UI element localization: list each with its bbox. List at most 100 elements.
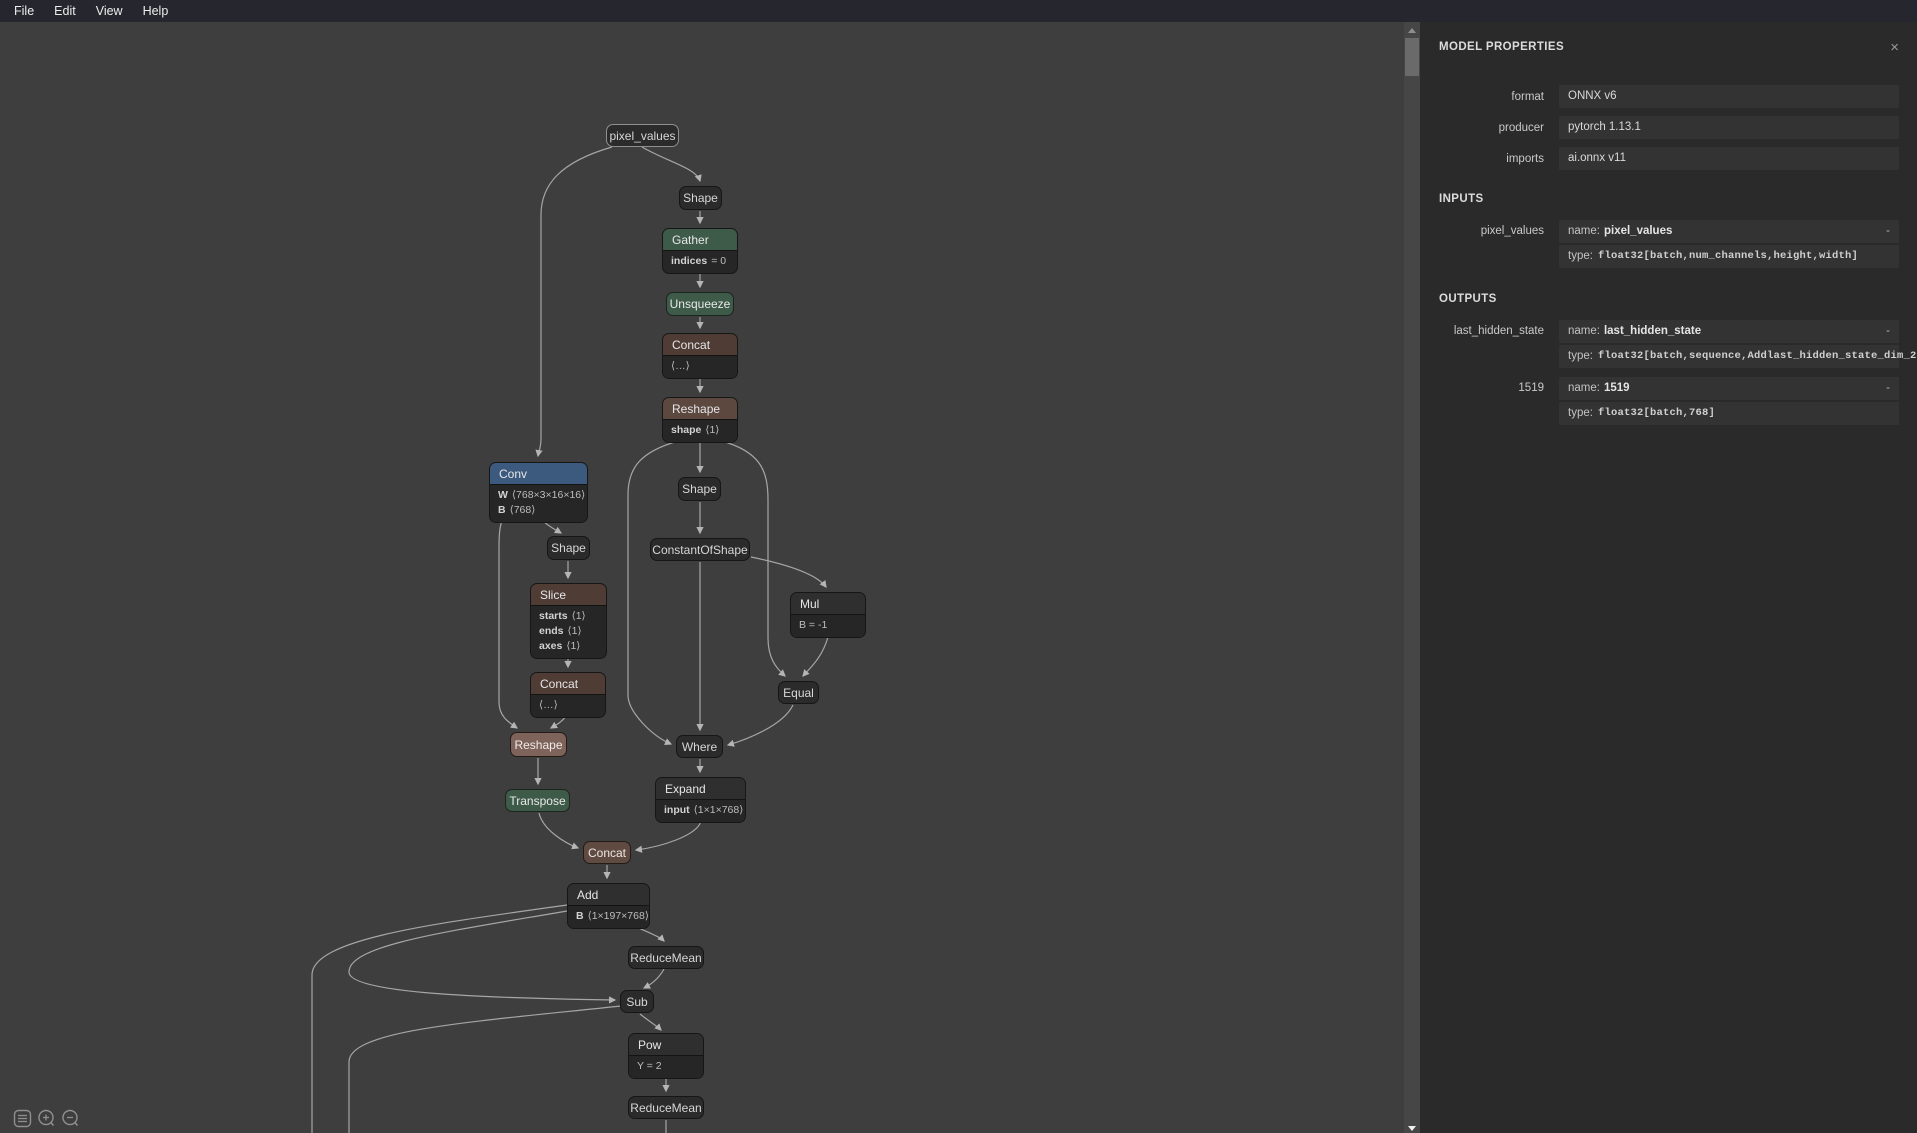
producer-value: pytorch 1.13.1 [1559,116,1899,139]
node-attr: ⟨…⟩ [539,698,597,713]
attr-name: B [498,504,506,516]
graph-controls [13,1109,80,1128]
node-where[interactable]: Where [676,735,723,758]
producer-label: producer [1420,122,1559,134]
attr-name: starts [539,610,568,622]
node-attributes: W⟨768×3×16×16⟩B ⟨768⟩ [490,484,587,522]
node-attr: ends⟨1⟩ [539,624,598,639]
node-attr: input⟨1×1×768⟩ [664,803,737,818]
attr-value: ⟨768⟩ [510,504,536,516]
node-pow[interactable]: Pow Y = 2 [628,1033,704,1079]
node-conv[interactable]: Conv W⟨768×3×16×16⟩B ⟨768⟩ [489,462,588,523]
node-concat-mid[interactable]: Concat ⟨…⟩ [662,333,738,379]
node-header: Slice [531,584,606,605]
zoom-out-icon[interactable] [61,1109,80,1128]
arg-name-row: name: last_hidden_state - [1559,320,1899,343]
node-attr: shape ⟨1⟩ [671,423,729,438]
node-mul[interactable]: Mul B = -1 [790,592,866,638]
node-header: Concat [531,673,605,694]
node-attr: Y = 2 [637,1059,695,1074]
node-header: Gather [663,229,737,250]
imports-label: imports [1420,153,1559,165]
format-label: format [1420,91,1559,103]
arg-name-row: name: pixel_values - [1559,220,1899,243]
node-reshape-left[interactable]: Reshape [510,732,567,757]
node-attributes: ⟨…⟩ [663,355,737,378]
attr-name: input [664,804,690,816]
node-attr: B⟨1×197×768⟩ [576,909,641,924]
attr-value: ⟨1⟩ [572,610,586,622]
node-reducemean-1[interactable]: ReduceMean [628,946,704,969]
node-reshape-mid[interactable]: Reshape shape ⟨1⟩ [662,397,738,443]
close-icon[interactable]: × [1890,40,1899,55]
attr-value: ⟨1×1×768⟩ [694,804,744,816]
model-properties-panel: MODEL PROPERTIES × format ONNX v6 produc… [1420,22,1917,1133]
node-header: Conv [490,463,587,484]
node-slice[interactable]: Slicestarts⟨1⟩ends⟨1⟩axes⟨1⟩ [530,583,607,659]
node-attributes: input ⟨1×1×768⟩ [656,799,745,822]
zoom-in-icon[interactable] [37,1109,56,1128]
arg-label: last_hidden_state [1420,320,1559,370]
node-header: Add [568,884,649,905]
arg-type-row: type: float32[batch,sequence,Addlast_hid… [1559,345,1899,368]
panel-title: MODEL PROPERTIES [1439,41,1564,53]
canvas-scrollbar[interactable] [1404,22,1420,1133]
attr-name: axes [539,640,562,652]
attr-value: B = -1 [799,619,827,631]
node-header: Mul [791,593,865,614]
input-pixel-values: pixel_values name: pixel_values - type: … [1420,220,1899,270]
attr-name: B [576,910,584,922]
node-header: Concat [663,334,737,355]
node-equal[interactable]: Equal [778,681,819,704]
node-unsqueeze[interactable]: Unsqueeze [666,292,734,316]
node-constantofshape[interactable]: ConstantOfShape [650,538,750,561]
collapse-toggle[interactable]: - [1886,377,1890,400]
node-shape-mid[interactable]: Shape [678,477,721,501]
node-gather[interactable]: Gatherindices= 0 [662,228,738,274]
node-attributes: ⟨…⟩ [531,694,605,717]
menu-edit[interactable]: Edit [44,2,86,20]
scroll-down-icon[interactable] [1408,1126,1416,1131]
outputs-header: OUTPUTS [1439,293,1917,305]
collapse-toggle[interactable]: - [1886,320,1890,343]
node-header: Expand [656,778,745,799]
node-attr: starts ⟨1⟩ [539,609,598,624]
node-concat-bottom[interactable]: Concat [583,841,631,864]
node-sub[interactable]: Sub [620,990,654,1013]
node-attributes: Y = 2 [629,1055,703,1078]
menu-file[interactable]: File [4,2,44,20]
node-attributes: indices= 0 [663,250,737,273]
attr-value: ⟨768×3×16×16⟩ [512,489,585,501]
node-attr: axes ⟨1⟩ [539,639,598,654]
scroll-up-icon[interactable] [1408,28,1416,33]
node-transpose[interactable]: Transpose [505,789,570,812]
node-add[interactable]: AddB⟨1×197×768⟩ [567,883,650,929]
scrollbar-thumb[interactable] [1405,38,1419,76]
node-pixel-values[interactable]: pixel_values [606,124,679,147]
node-attributes: B = -1 [791,614,865,637]
node-attr: B = -1 [799,618,857,633]
node-attributes: shape ⟨1⟩ [663,419,737,442]
attr-value: ⟨1⟩ [705,424,719,436]
node-shape-top[interactable]: Shape [679,186,722,210]
properties-list-icon[interactable] [13,1109,32,1128]
attr-value: ⟨1×197×768⟩ [588,910,649,922]
attr-name: shape [671,424,701,436]
node-header: Pow [629,1034,703,1055]
node-expand[interactable]: Expand input ⟨1×1×768⟩ [655,777,746,823]
node-header: Reshape [663,398,737,419]
arg-name-row: name: 1519 - [1559,377,1899,400]
node-reducemean-2[interactable]: ReduceMean [628,1096,704,1119]
node-attr: W⟨768×3×16×16⟩ [498,488,579,503]
node-shape-left[interactable]: Shape [547,536,590,560]
node-concat-left[interactable]: Concat ⟨…⟩ [530,672,606,718]
attr-value: ⟨1⟩ [566,640,580,652]
format-value: ONNX v6 [1559,85,1899,108]
attr-value: ⟨…⟩ [671,360,690,372]
menu-help[interactable]: Help [133,2,179,20]
menu-view[interactable]: View [86,2,133,20]
arg-label: pixel_values [1420,220,1559,270]
collapse-toggle[interactable]: - [1886,220,1890,243]
attr-value: ⟨…⟩ [539,699,558,711]
output-last-hidden-state: last_hidden_state name: last_hidden_stat… [1420,320,1899,370]
